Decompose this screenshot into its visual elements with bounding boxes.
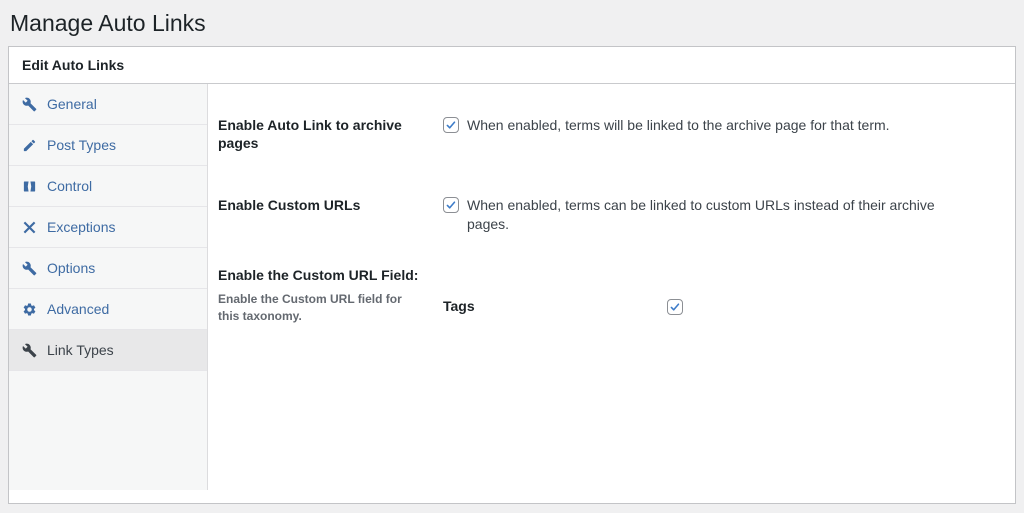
shuffle-icon [22,220,37,235]
setting-row-custom-urls: Enable Custom URLs When enabled, terms c… [218,196,987,234]
panel-body: General Post Types Control Exceptions Op… [9,84,1015,503]
sidebar-item-label: General [47,96,97,112]
taxonomy-label: Tags [443,298,475,314]
page-header: Manage Auto Links [0,0,1024,46]
gear-icon [22,302,37,317]
check-icon [446,121,456,129]
panel-title: Edit Auto Links [9,47,1015,84]
checkbox-description: When enabled, terms can be linked to cus… [467,197,935,232]
sidebar-item-options[interactable]: Options [9,248,207,289]
sidebar-item-label: Control [47,178,93,194]
sidebar-item-general[interactable]: General [9,84,207,125]
setting-control: When enabled, terms will be linked to th… [443,116,987,152]
setting-row-custom-url-field: Enable the Custom URL Field: Enable the … [218,266,987,325]
sidebar-item-post-types[interactable]: Post Types [9,125,207,166]
tags-checkbox[interactable] [667,298,683,315]
setting-label: Enable Custom URLs [218,197,361,213]
setting-row-archive-pages: Enable Auto Link to archive pages When e… [218,116,987,152]
setting-description: Enable the Custom URL field for this tax… [218,292,402,323]
edit-icon [22,138,37,153]
sidebar-item-exceptions[interactable]: Exceptions [9,207,207,248]
custom-urls-checkbox[interactable] [443,197,459,213]
taxonomy-checkbox-row: Tags [443,287,987,325]
setting-label: Enable the Custom URL Field: [218,267,419,283]
wrench-icon [22,261,37,276]
settings-content: Enable Auto Link to archive pages When e… [208,84,1015,503]
setting-label-group: Enable the Custom URL Field: Enable the … [218,266,443,325]
sidebar-item-label: Advanced [47,301,110,317]
controls-icon [22,179,37,194]
sidebar-item-label: Post Types [47,137,117,153]
check-icon [670,302,680,311]
sidebar-item-label: Exceptions [47,219,116,235]
sidebar-item-advanced[interactable]: Advanced [9,289,207,330]
page-title: Manage Auto Links [10,10,206,36]
wrench-icon [22,343,37,358]
wrench-icon [22,97,37,112]
setting-label: Enable Auto Link to archive pages [218,117,402,151]
edit-auto-links-panel: Edit Auto Links General Post Types Contr… [8,46,1016,504]
archive-pages-checkbox[interactable] [443,117,459,133]
sidebar-item-label: Options [47,260,96,276]
check-icon [446,201,456,209]
sidebar-item-label: Link Types [47,342,114,358]
checkbox-description: When enabled, terms will be linked to th… [467,117,890,133]
sidebar-item-control[interactable]: Control [9,166,207,207]
settings-sidebar: General Post Types Control Exceptions Op… [9,84,208,490]
setting-control: When enabled, terms can be linked to cus… [443,196,987,234]
sidebar-item-link-types[interactable]: Link Types [9,330,207,371]
